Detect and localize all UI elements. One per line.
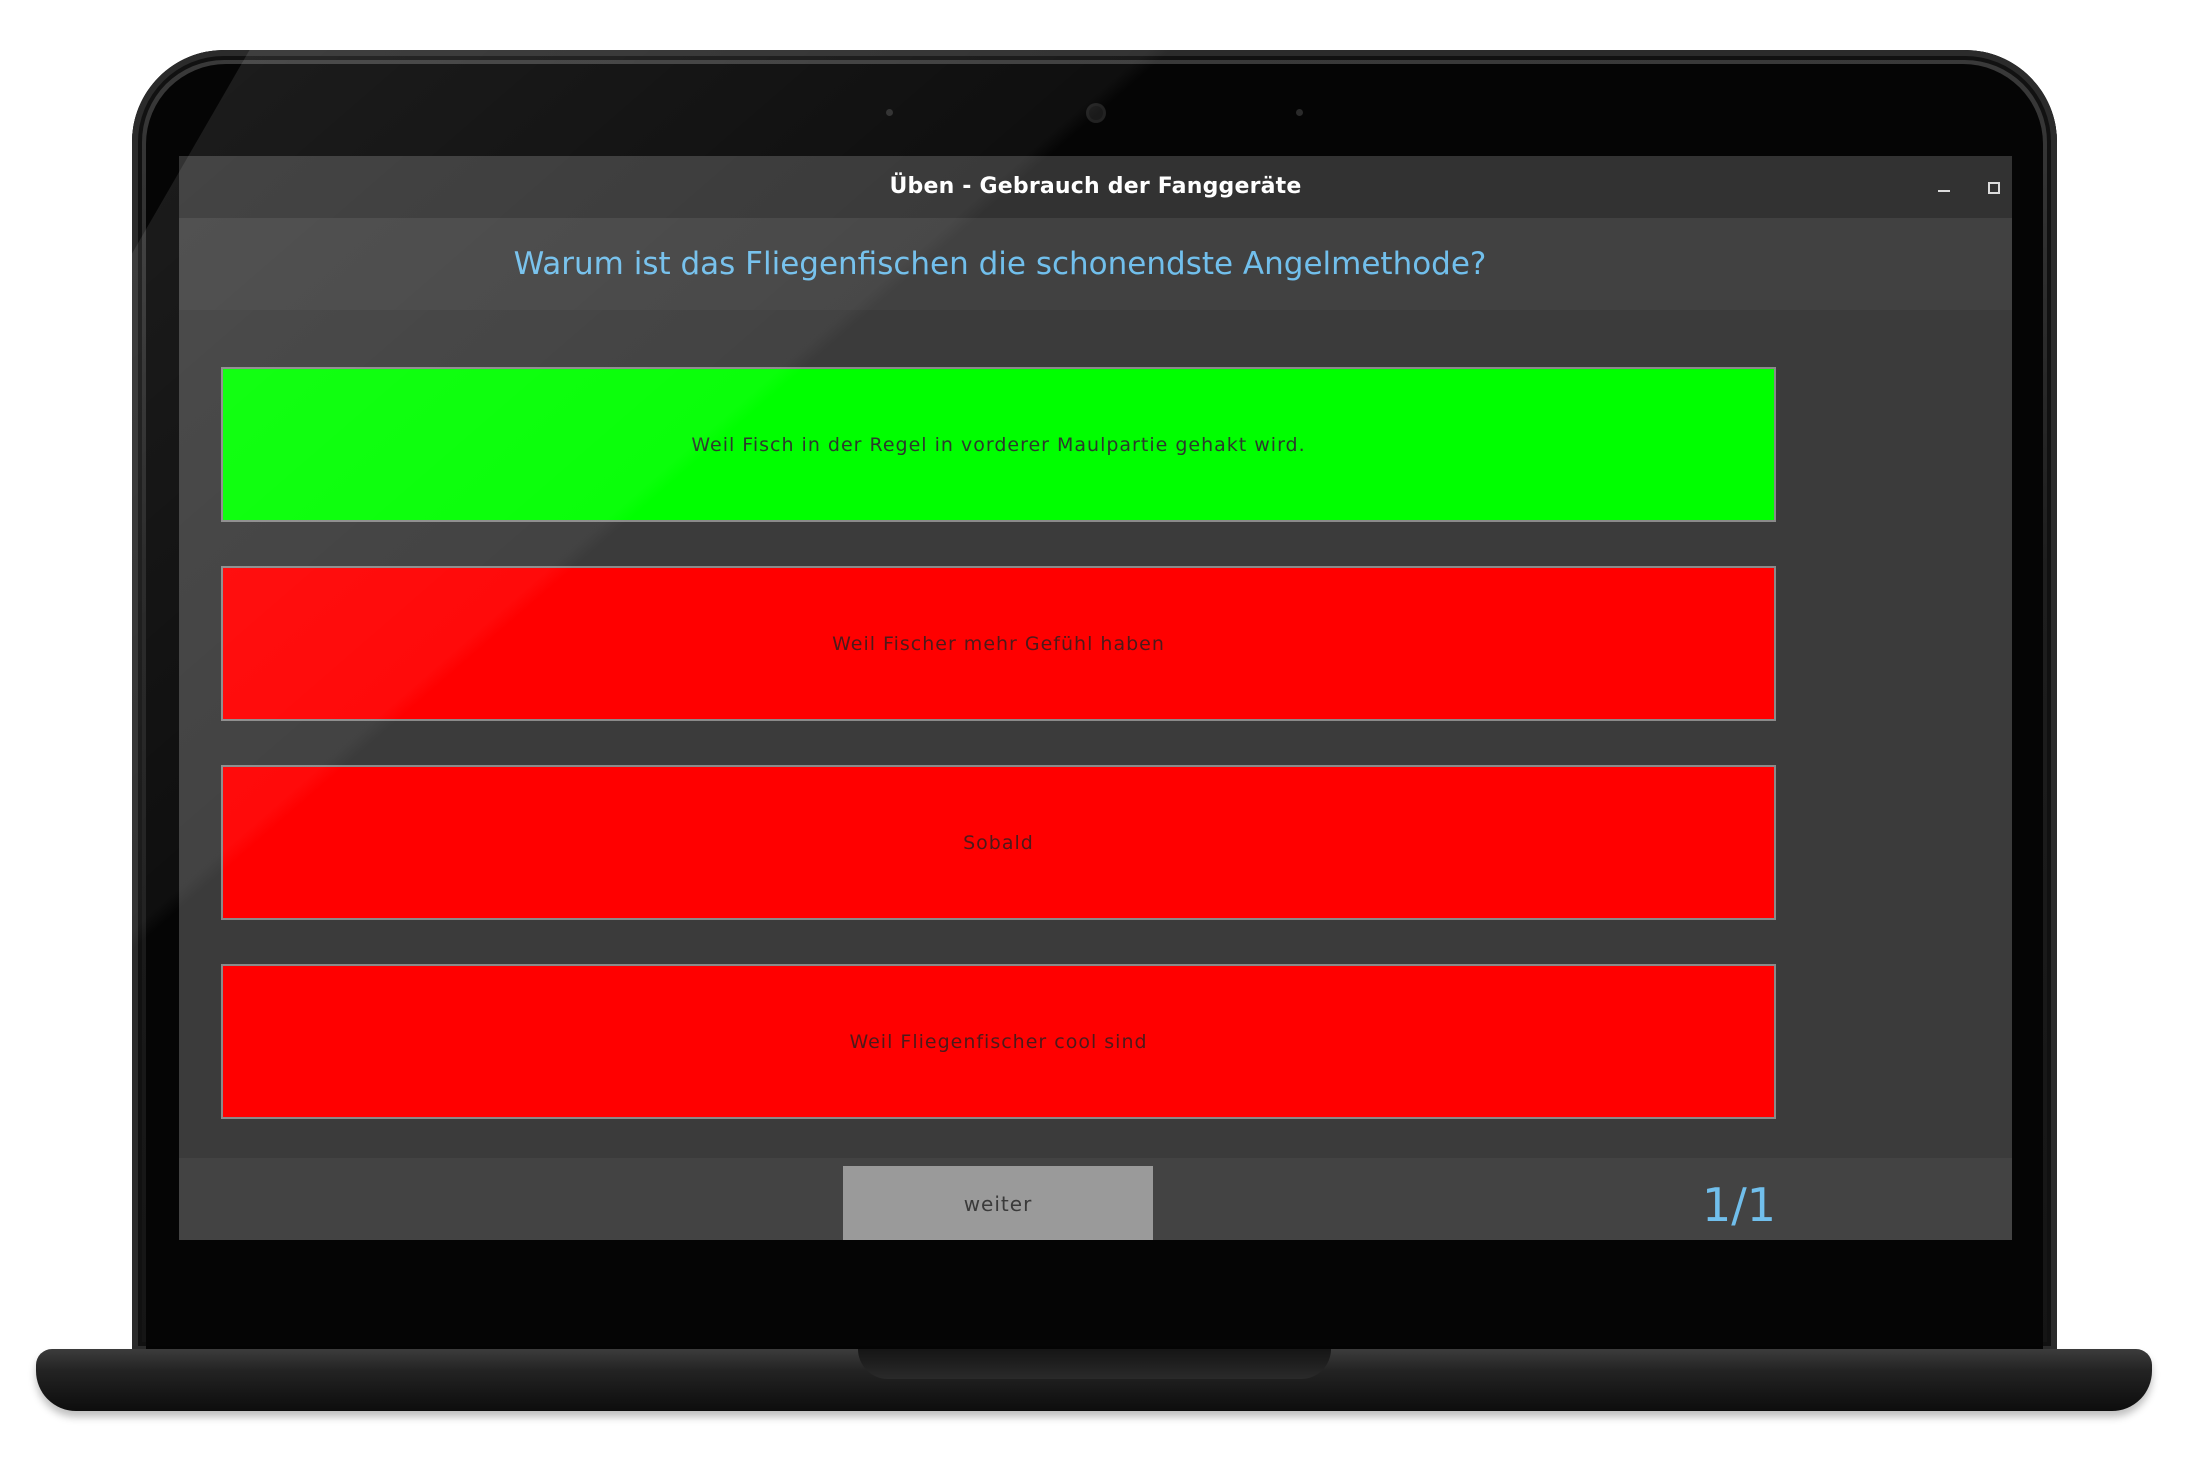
answer-option-1[interactable]: Weil Fisch in der Regel in vorderer Maul… [221,367,1776,522]
answer-label: Sobald [963,831,1034,854]
window-title: Üben - Gebrauch der Fanggeräte [889,174,1302,199]
question-header: Warum ist das Fliegenfischen die schonen… [179,218,2012,310]
answer-label: Weil Fliegenfischer cool sind [849,1030,1148,1053]
answer-option-2[interactable]: Weil Fischer mehr Gefühl haben [221,566,1776,721]
footer-bar: weiter 1/1 [179,1158,2012,1240]
title-bar: Üben - Gebrauch der Fanggeräte [179,156,2012,218]
sensor-dot [886,109,893,116]
answer-label: Weil Fisch in der Regel in vorderer Maul… [691,433,1306,456]
answer-label: Weil Fischer mehr Gefühl haben [832,632,1165,655]
next-button[interactable]: weiter [843,1166,1153,1240]
answer-option-4[interactable]: Weil Fliegenfischer cool sind [221,964,1776,1119]
app-window: Üben - Gebrauch der Fanggeräte Warum ist… [179,156,2012,1240]
minimize-icon[interactable] [1938,182,1952,192]
question-text: Warum ist das Fliegenfischen die schonen… [513,246,1487,282]
maximize-icon[interactable] [1988,182,2000,194]
webcam-icon [1089,106,1103,120]
answer-option-3[interactable]: Sobald [221,765,1776,920]
laptop-hinge-notch [858,1349,1331,1379]
progress-counter: 1/1 [1701,1178,1777,1232]
sensor-dot [1296,109,1303,116]
